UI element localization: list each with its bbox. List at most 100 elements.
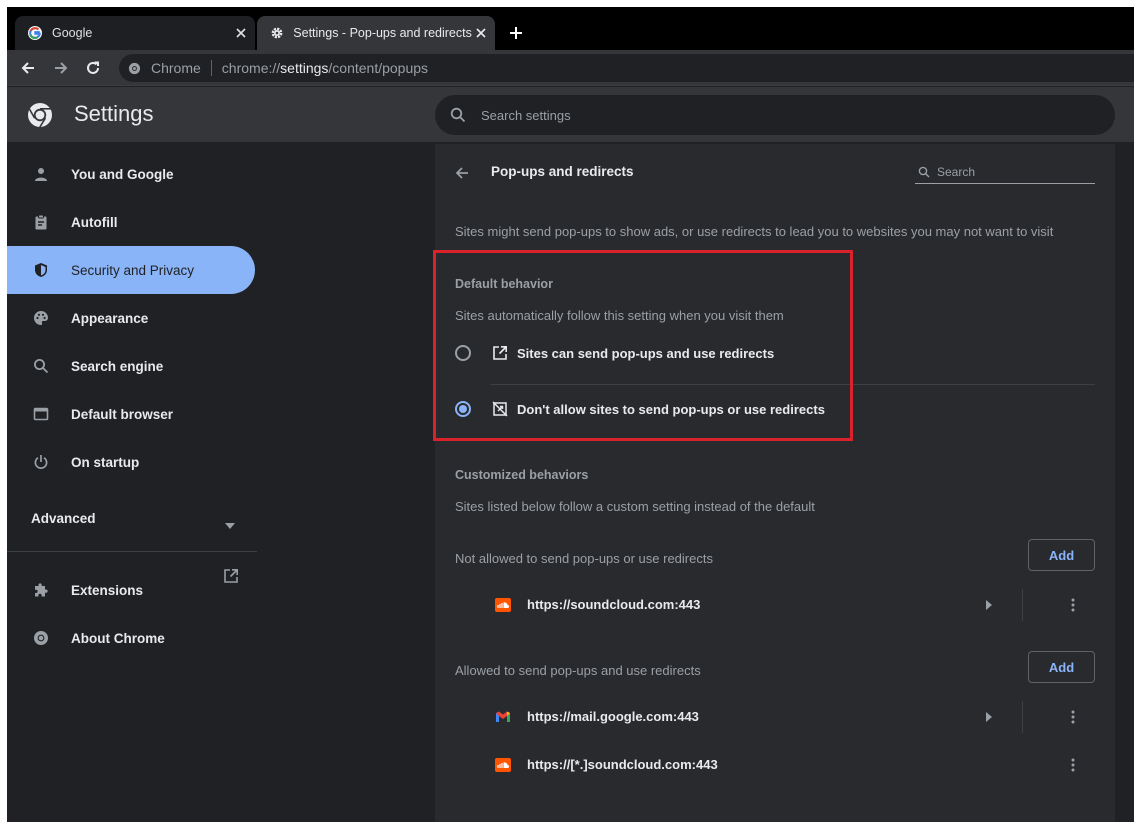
back-arrow-icon[interactable] (451, 162, 473, 184)
search-icon (31, 356, 51, 376)
sidebar-item-search-engine[interactable]: Search engine (7, 342, 255, 390)
back-arrow-icon[interactable] (17, 57, 39, 79)
tab-title: Settings - Pop-ups and redirects (293, 26, 472, 40)
radio-button-checked[interactable] (455, 401, 471, 417)
option-divider (491, 384, 1095, 385)
section-subtitle: Sites listed below follow a custom setti… (455, 499, 815, 514)
open-in-new-icon (491, 344, 509, 362)
address-bar[interactable]: Chrome chrome:// settings /content/popup… (119, 54, 1134, 82)
soundcloud-icon (495, 597, 511, 613)
reload-icon[interactable] (82, 57, 104, 79)
sidebar-item-label: Extensions (71, 582, 144, 598)
tab-settings[interactable]: Settings - Pop-ups and redirects (257, 16, 495, 50)
settings-header: Settings (7, 87, 1134, 143)
site-row[interactable]: https://mail.google.com:443 (435, 693, 1115, 741)
site-url: https://[*.]soundcloud.com:443 (527, 757, 718, 772)
search-input[interactable] (937, 164, 1087, 179)
close-icon[interactable] (472, 23, 491, 43)
more-vert-icon[interactable] (1063, 755, 1083, 775)
radio-button[interactable] (455, 345, 471, 361)
chrome-logo-icon (27, 102, 53, 128)
browser-window-icon (31, 404, 51, 424)
section-title-default-behavior: Default behavior (455, 277, 553, 291)
clipboard-icon (31, 212, 51, 232)
blocked-popup-icon (491, 400, 509, 418)
url-host: settings (280, 60, 329, 76)
site-url: https://soundcloud.com:443 (527, 597, 701, 612)
advanced-label: Advanced (31, 511, 96, 526)
tab-strip: Google Settings - Pop-ups and redirects (7, 7, 1134, 50)
google-g-icon (27, 25, 43, 41)
subpage-header: Pop-ups and redirects (435, 144, 1115, 200)
close-icon[interactable] (231, 23, 251, 43)
forward-arrow-icon[interactable] (50, 57, 72, 79)
arrow-right-icon[interactable] (981, 597, 997, 613)
browser-window: Google Settings - Pop-ups and redirects (7, 7, 1134, 822)
new-tab-button[interactable] (505, 22, 527, 44)
site-row[interactable]: https://[*.]soundcloud.com:443 (435, 741, 1115, 789)
sidebar-item-about-chrome[interactable]: About Chrome (7, 614, 255, 662)
puzzle-icon (31, 580, 51, 600)
person-icon (31, 164, 51, 184)
more-vert-icon[interactable] (1063, 595, 1083, 615)
radio-block-popups[interactable]: Don't allow sites to send pop-ups or use… (451, 387, 1101, 431)
omnibox-divider (210, 60, 212, 76)
site-chip: Chrome (151, 60, 201, 76)
arrow-right-icon[interactable] (981, 709, 997, 725)
open-in-new-icon (221, 566, 241, 586)
radio-allow-popups[interactable]: Sites can send pop-ups and use redirects (451, 331, 1101, 375)
sidebar-item-autofill[interactable]: Autofill (7, 198, 255, 246)
subpage-search[interactable] (915, 160, 1095, 184)
settings-search[interactable] (435, 95, 1115, 135)
sidebar-item-label: About Chrome (71, 630, 165, 646)
chrome-logo-icon (127, 61, 141, 75)
gmail-icon (495, 709, 511, 725)
section-title-customized-behaviors: Customized behaviors (455, 468, 589, 482)
option-label: Don't allow sites to send pop-ups or use… (517, 401, 825, 417)
shield-icon (31, 260, 51, 280)
settings-card: Pop-ups and redirects Sites might send p… (435, 144, 1115, 822)
site-row[interactable]: https://soundcloud.com:443 (435, 581, 1115, 629)
row-divider (1022, 701, 1023, 733)
url-scheme: chrome:// (221, 60, 281, 76)
sidebar-item-security-and-privacy[interactable]: Security and Privacy (7, 246, 255, 294)
tab-title: Google (52, 26, 93, 40)
row-divider (1022, 589, 1023, 621)
sidebar-advanced-toggle[interactable]: Advanced (7, 499, 255, 539)
sidebar-item-label: Autofill (71, 214, 118, 230)
allowed-list-header: Allowed to send pop-ups and use redirect… (455, 663, 701, 678)
caret-down-icon (225, 516, 235, 534)
power-icon (31, 452, 51, 472)
sidebar-item-appearance[interactable]: Appearance (7, 294, 255, 342)
sidebar-item-label: You and Google (71, 166, 174, 182)
soundcloud-icon (495, 757, 511, 773)
sidebar-item-you-and-google[interactable]: You and Google (7, 150, 255, 198)
search-icon (917, 165, 931, 179)
sidebar-item-label: Security and Privacy (71, 262, 195, 278)
sidebar-item-label: On startup (71, 454, 140, 470)
page-title: Settings (74, 101, 154, 126)
sidebar-divider (7, 551, 257, 552)
option-label: Sites can send pop-ups and use redirects (517, 345, 775, 361)
palette-icon (31, 308, 51, 328)
sidebar-item-label: Appearance (71, 310, 149, 326)
sidebar-item-default-browser[interactable]: Default browser (7, 390, 255, 438)
sidebar-item-on-startup[interactable]: On startup (7, 438, 255, 486)
gear-icon (269, 25, 284, 41)
more-vert-icon[interactable] (1063, 707, 1083, 727)
blocked-list-header: Not allowed to send pop-ups or use redir… (455, 551, 713, 566)
sidebar-item-extensions[interactable]: Extensions (7, 566, 255, 614)
add-blocked-site-button[interactable]: Add (1028, 539, 1095, 571)
search-input[interactable] (481, 107, 1041, 123)
sidebar-item-label: Search engine (71, 358, 164, 374)
section-subtitle: Sites automatically follow this setting … (455, 308, 784, 323)
add-allowed-site-button[interactable]: Add (1028, 651, 1095, 683)
chrome-logo-icon (31, 628, 51, 648)
page-description: Sites might send pop-ups to show ads, or… (455, 224, 1054, 239)
site-url: https://mail.google.com:443 (527, 709, 699, 724)
browser-toolbar: Chrome chrome:// settings /content/popup… (7, 50, 1134, 86)
tab-google[interactable]: Google (15, 16, 255, 50)
search-icon (449, 106, 467, 124)
sidebar-item-label: Default browser (71, 406, 174, 422)
subpage-title: Pop-ups and redirects (491, 164, 634, 179)
